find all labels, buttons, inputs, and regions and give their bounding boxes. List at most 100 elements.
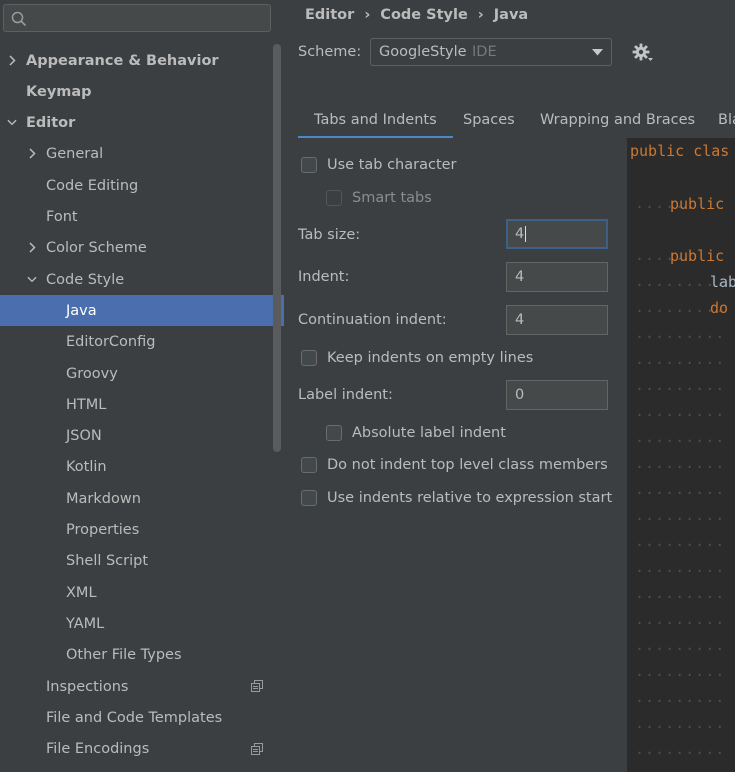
chevron-right-icon[interactable] bbox=[27, 148, 37, 159]
sidebar-item-groovy[interactable]: Groovy bbox=[0, 358, 284, 389]
copy-settings-icon bbox=[251, 742, 263, 759]
code-style-tabs: Tabs and Indents Spaces Wrapping and Bra… bbox=[298, 112, 735, 139]
tab-spaces[interactable]: Spaces bbox=[463, 112, 515, 136]
tab-tabs-and-indents[interactable]: Tabs and Indents bbox=[298, 112, 453, 139]
use-indents-relative-label: Use indents relative to expression start bbox=[327, 490, 613, 506]
smart-tabs-checkbox[interactable] bbox=[326, 190, 342, 206]
whitespace-dots: ········· bbox=[635, 354, 726, 372]
keep-indents-option[interactable]: Keep indents on empty lines bbox=[301, 350, 533, 366]
label-indent-field[interactable]: 0 bbox=[506, 380, 608, 410]
chevron-right-icon[interactable] bbox=[27, 242, 37, 253]
code-line: lab bbox=[710, 273, 735, 291]
do-not-indent-top-option[interactable]: Do not indent top level class members bbox=[301, 457, 608, 473]
sidebar-item-font[interactable]: Font bbox=[0, 202, 284, 233]
sidebar-item-code-editing[interactable]: Code Editing bbox=[0, 170, 284, 201]
settings-search-input[interactable] bbox=[32, 8, 266, 30]
tab-wrapping-and-braces[interactable]: Wrapping and Braces bbox=[540, 112, 695, 136]
sidebar-item-shell-script[interactable]: Shell Script bbox=[0, 546, 284, 577]
code-line: public bbox=[670, 247, 725, 265]
indent-field[interactable]: 4 bbox=[506, 262, 608, 292]
chevron-down-icon[interactable] bbox=[27, 274, 37, 284]
chevron-right-icon: › bbox=[364, 7, 371, 23]
indent-label: Indent: bbox=[298, 269, 350, 285]
sidebar-item-file-encodings[interactable]: File Encodings bbox=[0, 734, 284, 765]
whitespace-dots: ········· bbox=[635, 536, 726, 554]
tab-size-field[interactable]: 4 bbox=[506, 219, 608, 249]
use-indents-relative-option[interactable]: Use indents relative to expression start bbox=[301, 490, 612, 506]
sidebar-item-inspections[interactable]: Inspections bbox=[0, 671, 284, 702]
sidebar-item-color-scheme[interactable]: Color Scheme bbox=[0, 233, 284, 264]
label-indent-label: Label indent: bbox=[298, 387, 393, 403]
whitespace-dots: ········· bbox=[635, 458, 726, 476]
sidebar-item-editor[interactable]: Editor bbox=[0, 108, 284, 139]
smart-tabs-option[interactable]: Smart tabs bbox=[326, 190, 432, 206]
sidebar-item-label: YAML bbox=[66, 615, 105, 632]
sidebar-item-label: Code Editing bbox=[46, 177, 139, 194]
sidebar-item-html[interactable]: HTML bbox=[0, 389, 284, 420]
do-not-indent-top-checkbox[interactable] bbox=[301, 457, 317, 473]
chevron-right-icon[interactable] bbox=[7, 54, 17, 66]
whitespace-dots: ········· bbox=[635, 744, 726, 762]
sidebar-item-other-file-types[interactable]: Other File Types bbox=[0, 640, 284, 671]
gear-icon[interactable] bbox=[632, 43, 654, 63]
sidebar-item-markdown[interactable]: Markdown bbox=[0, 483, 284, 514]
whitespace-dots: ········· bbox=[635, 328, 726, 346]
sidebar-item-label: JSON bbox=[66, 428, 102, 445]
breadcrumb: Editor › Code Style › Java bbox=[305, 5, 528, 25]
sidebar-scrollbar[interactable] bbox=[273, 44, 281, 452]
sidebar-item-label: Editor bbox=[26, 115, 76, 132]
sidebar-item-label: Kotlin bbox=[66, 459, 107, 476]
whitespace-dots: ········· bbox=[635, 640, 726, 658]
sidebar-item-label: HTML bbox=[66, 396, 107, 413]
sidebar-item-yaml[interactable]: YAML bbox=[0, 608, 284, 639]
tab-size-value: 4 bbox=[515, 226, 525, 242]
sidebar-item-keymap[interactable]: Keymap bbox=[0, 76, 284, 107]
sidebar-item-label: File and Code Templates bbox=[46, 709, 223, 726]
sidebar-item-label: Font bbox=[46, 209, 78, 225]
breadcrumb-item-editor[interactable]: Editor bbox=[305, 7, 354, 23]
smart-tabs-label: Smart tabs bbox=[352, 190, 432, 206]
sidebar-item-json[interactable]: JSON bbox=[0, 421, 284, 452]
sidebar-item-label: Properties bbox=[66, 522, 140, 538]
sidebar-item-label: Shell Script bbox=[66, 553, 149, 570]
sidebar-item-general[interactable]: General bbox=[0, 139, 284, 170]
continuation-indent-field[interactable]: 4 bbox=[506, 305, 608, 335]
use-indents-relative-checkbox[interactable] bbox=[301, 490, 317, 506]
absolute-label-indent-label: Absolute label indent bbox=[352, 425, 506, 441]
use-tab-character-option[interactable]: Use tab character bbox=[301, 157, 457, 173]
settings-search-box[interactable] bbox=[3, 4, 271, 32]
whitespace-dots: ········· bbox=[635, 484, 726, 502]
sidebar-item-java[interactable]: Java bbox=[0, 295, 284, 327]
sidebar-item-properties[interactable]: Properties bbox=[0, 515, 284, 546]
absolute-label-indent-checkbox[interactable] bbox=[326, 425, 342, 441]
sidebar-item-editorconfig[interactable]: EditorConfig bbox=[0, 327, 284, 358]
sidebar-item-label: General bbox=[46, 146, 104, 163]
chevron-down-icon[interactable] bbox=[7, 118, 17, 128]
sidebar-item-kotlin[interactable]: Kotlin bbox=[0, 452, 284, 483]
sidebar-item-label: File Encodings bbox=[46, 741, 150, 758]
absolute-label-indent-option[interactable]: Absolute label indent bbox=[326, 425, 506, 441]
tab-size-label: Tab size: bbox=[298, 227, 361, 243]
breadcrumb-item-code-style[interactable]: Code Style bbox=[380, 7, 468, 23]
whitespace-dots: ········· bbox=[635, 432, 726, 450]
continuation-indent-label: Continuation indent: bbox=[298, 312, 447, 328]
sidebar-item-appearance-behavior[interactable]: Appearance & Behavior bbox=[0, 45, 284, 76]
scheme-dropdown[interactable]: GoogleStyle IDE bbox=[370, 38, 612, 66]
keep-indents-checkbox[interactable] bbox=[301, 350, 317, 366]
code-line: public clas bbox=[630, 142, 730, 160]
sidebar-item-label: Java bbox=[66, 302, 97, 319]
keep-indents-label: Keep indents on empty lines bbox=[327, 350, 534, 366]
tab-blank-lines[interactable]: Bla bbox=[718, 112, 735, 136]
do-not-indent-top-label: Do not indent top level class members bbox=[327, 457, 608, 473]
sidebar-item-code-style[interactable]: Code Style bbox=[0, 264, 284, 295]
use-tab-character-checkbox[interactable] bbox=[301, 157, 317, 173]
sidebar-item-label: Color Scheme bbox=[46, 240, 147, 257]
use-tab-character-label: Use tab character bbox=[327, 157, 457, 173]
sidebar-item-xml[interactable]: XML bbox=[0, 577, 284, 608]
whitespace-dots: ········· bbox=[635, 718, 726, 736]
chevron-down-icon bbox=[592, 49, 603, 56]
scheme-name: GoogleStyle bbox=[379, 44, 467, 60]
sidebar-item-file-and-code-templates[interactable]: File and Code Templates bbox=[0, 702, 284, 733]
text-cursor bbox=[525, 226, 527, 242]
preview-horizontal-scrollbar[interactable] bbox=[627, 765, 735, 772]
